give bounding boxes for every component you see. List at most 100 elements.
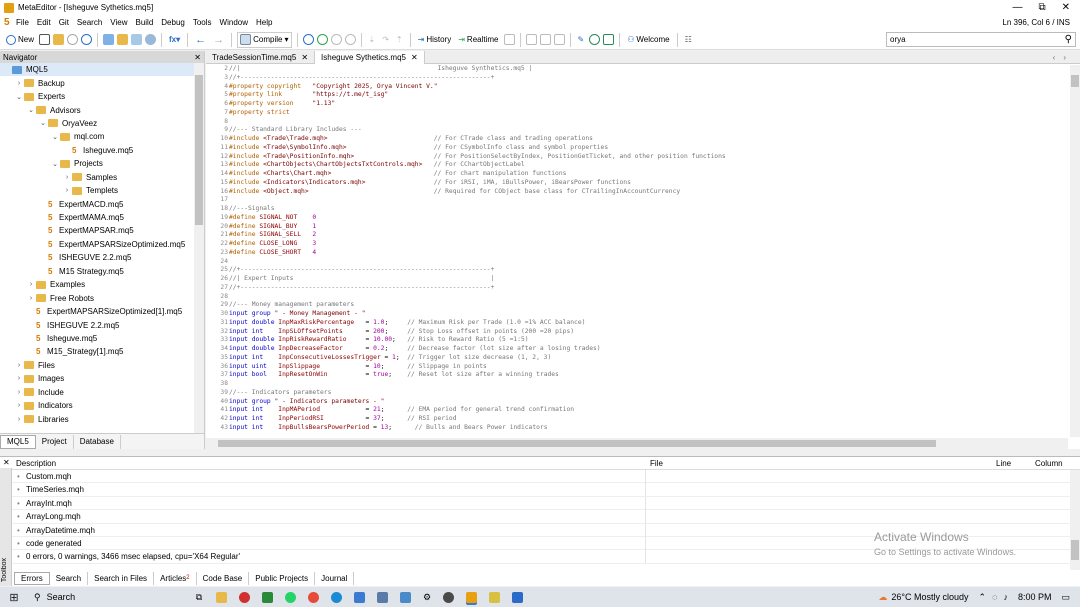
editor-scrollbar[interactable] [1070, 65, 1080, 437]
editor-scroll-thumb[interactable] [1071, 75, 1079, 87]
tab-errors[interactable]: Errors [14, 571, 50, 585]
navigator-item[interactable]: MQL5 [0, 63, 204, 77]
code-line[interactable]: 3//+------------------------------------… [206, 74, 1068, 83]
code-area[interactable]: 2//| Isheguve Synthetics.mq5 | 3//+------… [206, 65, 1068, 437]
editor-hscrollbar[interactable] [206, 438, 1068, 449]
code-line[interactable]: 33input double InpRiskRewardRatio = 10.0… [206, 336, 1068, 345]
insert-resource-button[interactable]: fx▾ [167, 32, 182, 48]
app-green-icon[interactable] [262, 591, 273, 603]
code-line[interactable]: 29//--- Money management parameters [206, 301, 1068, 310]
expand-toggle-icon[interactable]: › [26, 281, 36, 288]
expand-toggle-icon[interactable]: › [14, 389, 24, 396]
navigator-item[interactable]: › Images [0, 372, 204, 385]
code-line[interactable]: 22#define CLOSE_LONG 3 [206, 240, 1068, 249]
navigator-item[interactable]: 5 ExpertMAPSARSizeOptimized[1].mq5 [0, 305, 204, 318]
cut-icon[interactable] [553, 34, 565, 45]
code-line[interactable]: 12#include <Trade\PositionInfo.mqh> // F… [206, 153, 1068, 162]
start-debug-history-icon[interactable] [302, 34, 314, 45]
navigator-item[interactable]: ⌄ Experts [0, 90, 204, 103]
chrome-icon[interactable] [308, 591, 319, 603]
edge-icon[interactable] [331, 591, 342, 603]
tab-code-base[interactable]: Code Base [197, 571, 250, 585]
tab-articles[interactable]: Articles 2 [154, 571, 197, 585]
compile-button[interactable]: Compile ▾ [237, 31, 292, 48]
col-description[interactable]: Description [16, 459, 56, 468]
taskbar-search[interactable]: ⚲ Search [28, 592, 188, 603]
new-button[interactable]: New [4, 32, 36, 48]
menu-help[interactable]: Help [256, 18, 280, 27]
tab-project[interactable]: Project [36, 434, 74, 449]
minimize-button[interactable]: — [1012, 2, 1022, 13]
app-dark-icon[interactable] [443, 591, 455, 603]
code-line[interactable]: 26//| Expert Inputs | [206, 275, 1068, 284]
code-line[interactable]: 31input double InpMaxRiskPercentage = 1.… [206, 319, 1068, 328]
toolbox-toggle-icon[interactable] [117, 34, 129, 45]
menu-git[interactable]: Git [59, 18, 77, 27]
navigator-item[interactable]: › Include [0, 386, 204, 399]
close-icon[interactable]: ✕ [411, 53, 418, 62]
save-all-icon[interactable] [81, 34, 93, 45]
output-scroll-thumb[interactable] [1071, 540, 1079, 560]
code-line[interactable]: 39//--- Indicators parameters [206, 389, 1068, 398]
code-line[interactable]: 4#property copyright "Copyright 2025, Or… [206, 83, 1068, 92]
menu-build[interactable]: Build [135, 18, 161, 27]
close-icon[interactable]: ✕ [3, 458, 10, 467]
navigator-item[interactable]: 5 ISHEGUVE 2.2.mq5 [0, 318, 204, 331]
code-line[interactable]: 21#define SIGNAL_SELL 2 [206, 231, 1068, 240]
back-arrow-icon[interactable]: ← [193, 32, 208, 48]
navigator-item[interactable]: › Samples [0, 171, 204, 184]
code-line[interactable]: 8 [206, 118, 1068, 127]
volume-icon[interactable]: ♪ [1003, 592, 1008, 602]
tab-database[interactable]: Database [74, 434, 121, 449]
output-scrollbar[interactable] [1070, 470, 1080, 570]
output-row[interactable]: • ArrayLong.mqh [0, 510, 1080, 524]
expand-toggle-icon[interactable]: › [26, 295, 36, 302]
navigator-item[interactable]: ⌄ OryaVeez [0, 117, 204, 130]
settings-gear-icon[interactable]: ⚙ [423, 592, 431, 603]
menu-edit[interactable]: Edit [37, 18, 59, 27]
col-column[interactable]: Column [1035, 459, 1063, 468]
code-line[interactable]: 34input double InpDecreaseFactor = 0.2; … [206, 345, 1068, 354]
maximize-button[interactable]: ⧉ [1038, 2, 1045, 13]
scroll-left-icon[interactable]: ‹ [1053, 53, 1056, 62]
code-line[interactable]: 27//+-----------------------------------… [206, 284, 1068, 293]
menu-view[interactable]: View [110, 18, 135, 27]
new-file-icon[interactable] [39, 34, 51, 45]
code-line[interactable]: 35input int InpConsecutiveLossesTrigger … [206, 354, 1068, 363]
expand-toggle-icon[interactable]: ⌄ [38, 119, 48, 127]
navigator-item[interactable]: 5 ExpertMAPSARSizeOptimized.mq5 [0, 238, 204, 251]
expand-toggle-icon[interactable]: ⌄ [26, 106, 36, 114]
navigator-item[interactable]: › Backup [0, 76, 204, 89]
photos-icon[interactable] [400, 591, 411, 603]
close-icon[interactable]: ✕ [301, 53, 308, 62]
navigator-item[interactable]: ⌄ mql.com [0, 130, 204, 143]
navigator-item[interactable]: › Files [0, 359, 204, 372]
app-blue2-icon[interactable] [512, 591, 524, 603]
code-line[interactable]: 10#include <Trade\Trade.mqh> // For CTra… [206, 135, 1068, 144]
tab-search[interactable]: Search [50, 571, 89, 585]
output-row[interactable]: • ArrayInt.mqh [0, 496, 1080, 511]
navigator-item[interactable]: 5 ISHEGUVE 2.2.mq5 [0, 251, 204, 264]
app-blue-icon[interactable] [377, 591, 388, 603]
tab-isheguve-sythetics[interactable]: Isheguve Sythetics.mq5 ✕ [315, 50, 425, 64]
navigator-item[interactable]: › Examples [0, 278, 204, 291]
weather-widget[interactable]: ☁ 26°C Mostly cloudy [878, 592, 968, 603]
code-line[interactable]: 30input group " - Money Management - " [206, 310, 1068, 319]
pause-icon[interactable] [330, 34, 342, 45]
tab-public-projects[interactable]: Public Projects [249, 571, 316, 585]
code-line[interactable]: 41input int InpMAPeriod = 21; // EMA per… [206, 406, 1068, 415]
save-icon[interactable] [67, 34, 79, 45]
file-explorer-icon[interactable] [216, 591, 227, 603]
expand-toggle-icon[interactable]: › [14, 402, 24, 409]
code-line[interactable]: 40input group " - Indicators parameters … [206, 398, 1068, 407]
tab-search-in-files[interactable]: Search in Files [88, 571, 155, 585]
code-line[interactable]: 19#define SIGNAL_NOT 0 [206, 214, 1068, 223]
col-file[interactable]: File [650, 459, 663, 468]
store-icon[interactable] [354, 591, 365, 603]
notification-icon[interactable]: ▭ [1061, 592, 1070, 603]
code-line[interactable]: 16#include <Object.mqh> // Required for … [206, 188, 1068, 197]
output-row[interactable]: • Custom.mqh [0, 470, 1080, 484]
menu-file[interactable]: File [16, 18, 37, 27]
navigator-item[interactable]: 5 M15 Strategy.mq5 [0, 265, 204, 278]
code-line[interactable]: 2//| Isheguve Synthetics.mq5 | [206, 65, 1068, 74]
